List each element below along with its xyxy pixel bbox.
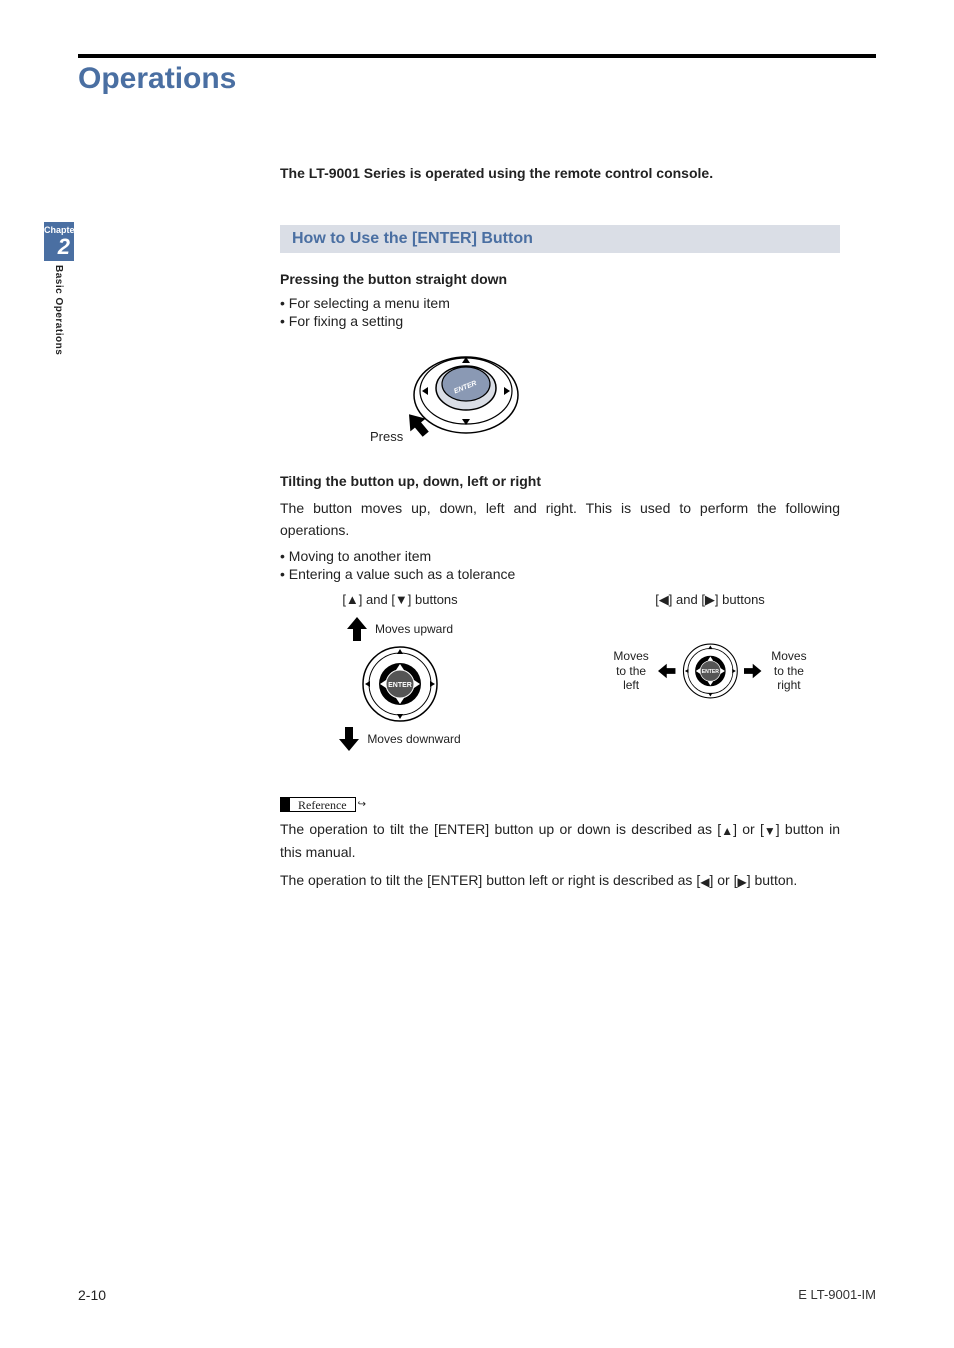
figure-press: ENTER Press — [370, 343, 840, 453]
page: Operations Chapter 2 Basic Operations Th… — [0, 0, 954, 1348]
chapter-number: 2 — [44, 236, 74, 261]
leftright-column: [◀] and [▶] buttons Moves to the left EN… — [610, 592, 810, 751]
tilt-paragraph: The button moves up, down, left and righ… — [280, 497, 840, 542]
enter-text: ENTER — [388, 682, 412, 689]
arrow-down-icon — [339, 727, 359, 751]
page-number: 2-10 — [78, 1287, 106, 1303]
bullet-item: • Entering a value such as a tolerance — [280, 566, 840, 582]
triangle-down-icon: ▼ — [764, 822, 776, 841]
leftright-label: [◀] and [▶] buttons — [610, 592, 810, 608]
chapter-tab: Chapter 2 Basic Operations — [44, 222, 74, 355]
moves-up-label: Moves upward — [375, 622, 453, 636]
intro-text: The LT-9001 Series is operated using the… — [280, 165, 840, 181]
arrow-left-icon — [658, 661, 675, 681]
reference-box-icon — [280, 797, 290, 812]
updown-column: [▲] and [▼] buttons Moves upward ENTER — [300, 592, 500, 751]
bullet-item: • Moving to another item — [280, 548, 840, 564]
tilt-heading: Tilting the button up, down, left or rig… — [280, 473, 840, 489]
moves-down-label: Moves downward — [367, 732, 460, 746]
enter-button-top-icon: ENTER — [361, 645, 439, 723]
triangle-right-icon: ▶ — [737, 873, 746, 892]
doc-id: E LT-9001-IM — [798, 1287, 876, 1303]
reference-line-2: The operation to tilt the [ENTER] button… — [280, 869, 840, 892]
arrow-right-icon — [744, 661, 761, 681]
chapter-title: Operations — [78, 62, 236, 96]
press-label: Press — [370, 429, 403, 444]
reference-label: Reference — [290, 797, 356, 812]
press-heading: Pressing the button straight down — [280, 271, 840, 287]
section-heading: How to Use the [ENTER] Button — [280, 225, 840, 253]
reference-badge: Reference ↪ — [280, 797, 366, 812]
moves-left-label: Moves to the left — [610, 649, 652, 692]
footer: 2-10 E LT-9001-IM — [78, 1287, 876, 1303]
arrow-up-icon — [347, 617, 367, 641]
updown-label: [▲] and [▼] buttons — [300, 592, 500, 607]
enter-text: ENTER — [701, 669, 719, 675]
chapter-caption: Basic Operations — [44, 261, 64, 355]
reference-curl-icon: ↪ — [358, 799, 366, 810]
triangle-up-icon: ▲ — [721, 822, 733, 841]
content: The LT-9001 Series is operated using the… — [280, 165, 840, 899]
bullet-item: • For fixing a setting — [280, 313, 840, 329]
moves-right-label: Moves to the right — [768, 649, 810, 692]
enter-button-top-icon: ENTER — [682, 632, 739, 710]
figure-tilt: [▲] and [▼] buttons Moves upward ENTER — [300, 592, 840, 751]
bullet-item: • For selecting a menu item — [280, 295, 840, 311]
top-rule — [78, 54, 876, 58]
press-bullets: • For selecting a menu item • For fixing… — [280, 295, 840, 329]
tilt-bullets: • Moving to another item • Entering a va… — [280, 548, 840, 582]
reference-line-1: The operation to tilt the [ENTER] button… — [280, 818, 840, 864]
